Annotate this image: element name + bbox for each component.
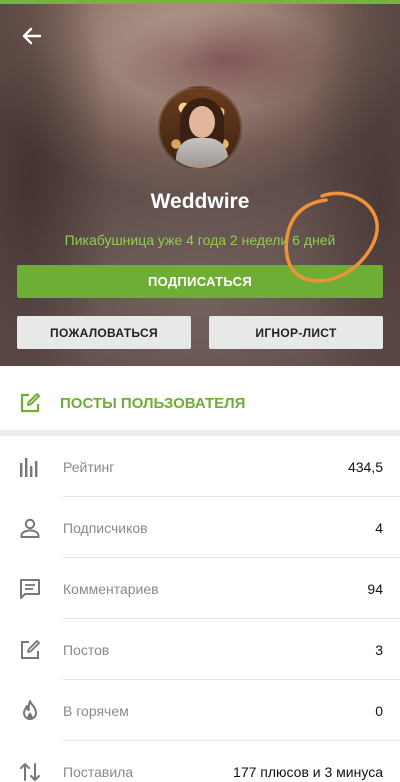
stat-posts[interactable]: Постов 3 [0, 619, 400, 680]
stat-value: 0 [375, 702, 383, 719]
edit-icon [21, 639, 40, 659]
stat-label: Постов [63, 641, 110, 658]
person-icon [20, 518, 40, 538]
user-posts-label: ПОСТЫ ПОЛЬЗОВАТЕЛЯ [60, 394, 246, 412]
stat-label: Подписчиков [63, 519, 148, 536]
subscribe-button[interactable]: ПОДПИСАТЬСЯ [17, 265, 383, 298]
stat-value: 4 [375, 519, 383, 536]
stats-list: Рейтинг 434,5 Подписчиков 4 Комментариев… [0, 436, 400, 782]
member-since-text: Пикабушница уже 4 года 2 недели 6 дней [64, 232, 336, 248]
stat-label: Рейтинг [63, 458, 115, 475]
report-button[interactable]: ПОЖАЛОВАТЬСЯ [17, 316, 191, 349]
top-accent-bar [0, 0, 400, 4]
stat-value: 434,5 [347, 458, 383, 475]
comment-icon [20, 578, 40, 599]
stat-comments[interactable]: Комментариев 94 [0, 558, 400, 619]
edit-icon [20, 393, 40, 413]
back-arrow-icon[interactable] [18, 22, 46, 50]
stat-value: 3 [375, 641, 383, 658]
stat-rating: Рейтинг 434,5 [0, 436, 400, 497]
stat-hot: В горячем 0 [0, 680, 400, 741]
flame-icon [23, 699, 37, 720]
user-posts-link[interactable]: ПОСТЫ ПОЛЬЗОВАТЕЛЯ [0, 376, 400, 430]
profile-header: Weddwire Пикабушница уже 4 года 2 недели… [0, 0, 400, 366]
stat-subscribers[interactable]: Подписчиков 4 [0, 497, 400, 558]
bar-chart-icon [20, 457, 38, 477]
stat-votes: Поставила 177 плюсов и 3 минуса [0, 741, 400, 782]
username: Weddwire [150, 190, 250, 213]
avatar[interactable] [158, 86, 242, 170]
stat-label: В горячем [63, 702, 129, 719]
stat-value: 94 [367, 580, 383, 597]
ignore-list-button[interactable]: ИГНОР-ЛИСТ [209, 316, 383, 349]
stat-label: Поставила [63, 763, 134, 780]
stat-value: 177 плюсов и 3 минуса [233, 763, 383, 780]
stat-label: Комментариев [63, 580, 159, 597]
sort-arrows-icon [20, 762, 40, 781]
profile-page: Weddwire Пикабушница уже 4 года 2 недели… [0, 0, 400, 782]
